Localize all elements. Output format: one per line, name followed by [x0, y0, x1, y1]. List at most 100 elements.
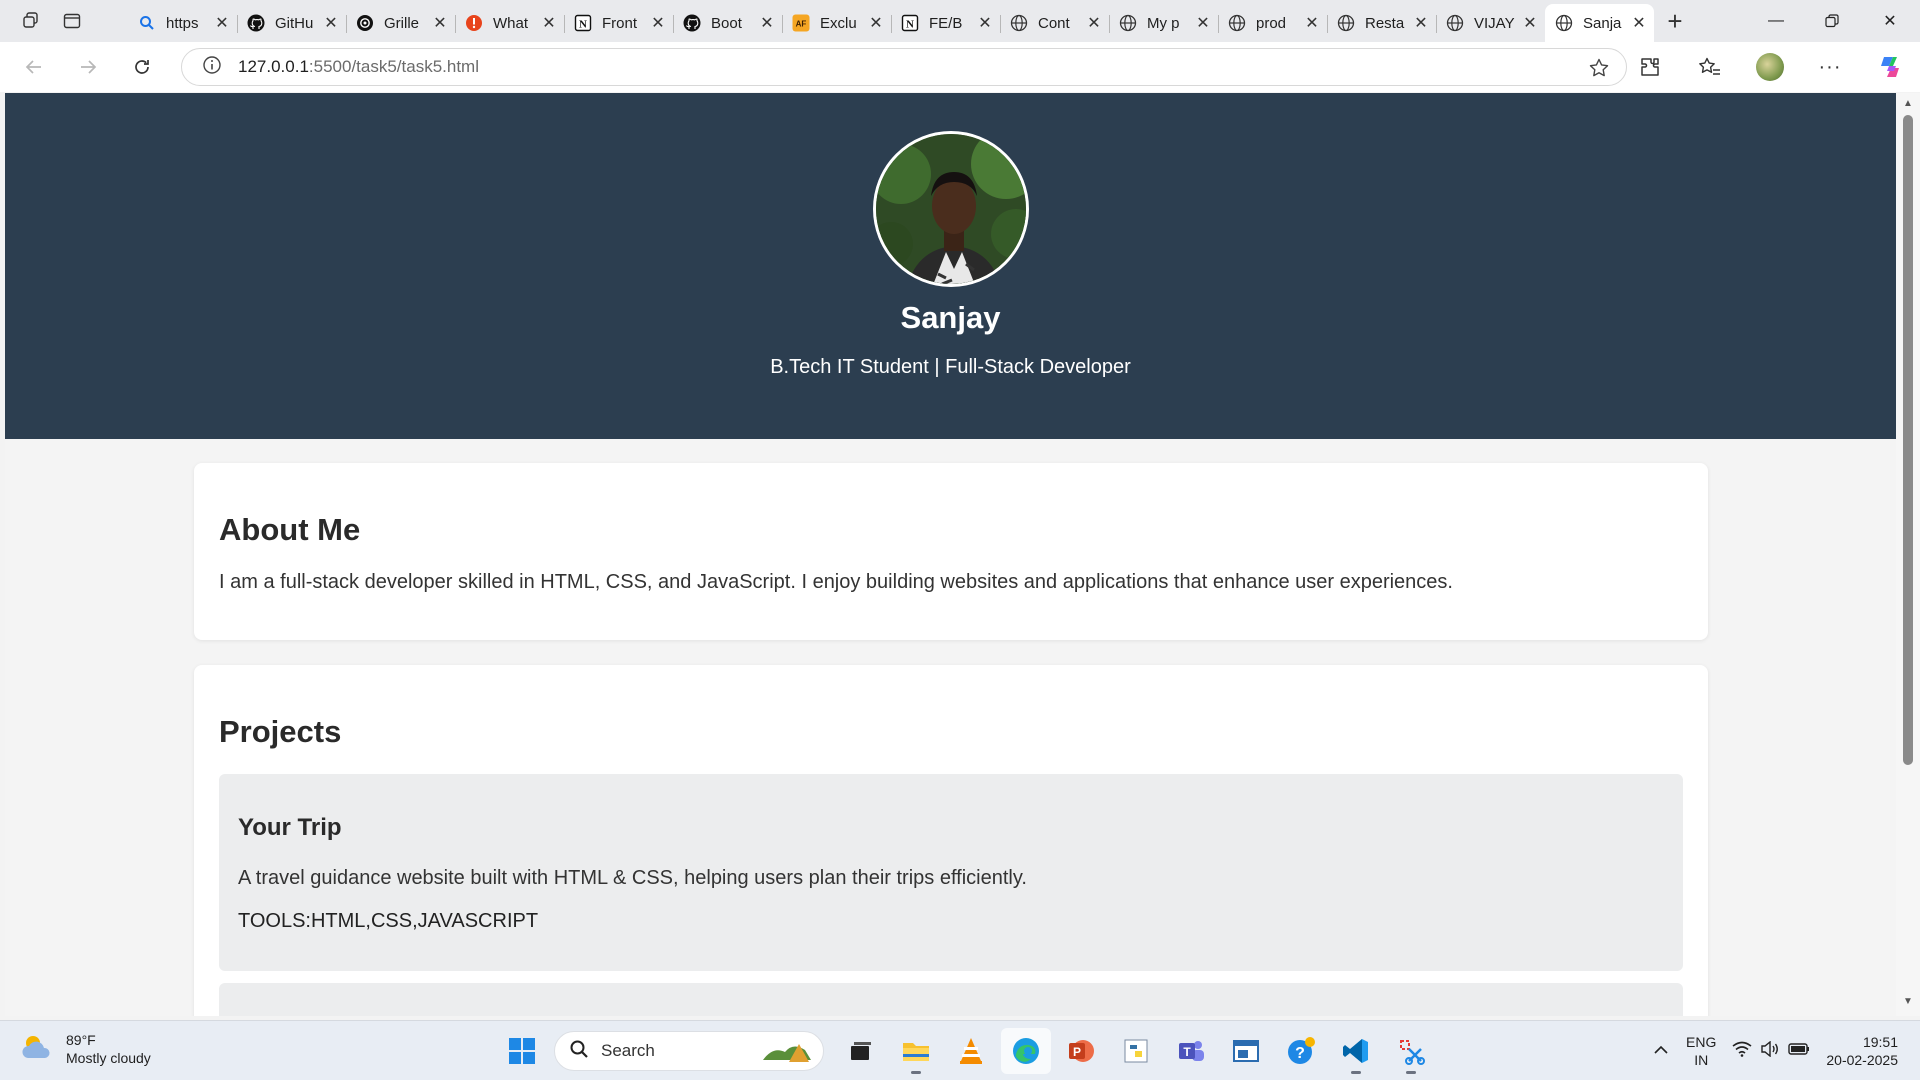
- taskbar-search[interactable]: Search: [554, 1031, 824, 1071]
- browser-tab[interactable]: https ✕: [128, 6, 237, 40]
- browser-tab[interactable]: prod ✕: [1218, 6, 1327, 40]
- close-tab-icon[interactable]: ✕: [867, 13, 885, 33]
- tab-label: Sanja: [1583, 14, 1622, 32]
- favorites-icon[interactable]: [1680, 42, 1740, 92]
- github-icon: [683, 14, 701, 32]
- snipping-tool-icon[interactable]: [1386, 1028, 1436, 1074]
- tab-label: What: [493, 14, 529, 32]
- browser-tab[interactable]: N FE/B ✕: [891, 6, 1000, 40]
- vscode-icon[interactable]: [1331, 1028, 1381, 1074]
- globe-icon: [1228, 14, 1246, 32]
- more-options-icon[interactable]: ···: [1800, 42, 1860, 92]
- af-icon: AF: [792, 14, 810, 32]
- url-text: 127.0.0.1:5500/task5/task5.html: [238, 57, 479, 77]
- tab-label: Cont: [1038, 14, 1070, 32]
- close-tab-icon[interactable]: ✕: [322, 13, 340, 33]
- address-bar[interactable]: 127.0.0.1:5500/task5/task5.html: [181, 48, 1627, 86]
- tab-label: VIJAY: [1474, 14, 1515, 32]
- project-card: Your Trip A travel guidance website buil…: [219, 774, 1683, 971]
- teams-icon[interactable]: T: [1166, 1028, 1216, 1074]
- window-app-icon[interactable]: [1221, 1028, 1271, 1074]
- browser-tab[interactable]: Resta ✕: [1327, 6, 1436, 40]
- browser-tab[interactable]: Boot ✕: [673, 6, 782, 40]
- close-tab-icon[interactable]: ✕: [1521, 13, 1539, 33]
- task-view-icon[interactable]: [836, 1028, 886, 1074]
- help-icon[interactable]: ?: [1276, 1028, 1326, 1074]
- refresh-button[interactable]: [120, 47, 164, 87]
- back-button[interactable]: [12, 47, 56, 87]
- vlc-icon[interactable]: [946, 1028, 996, 1074]
- extensions-icon[interactable]: [1620, 42, 1680, 92]
- close-tab-icon[interactable]: ✕: [1303, 13, 1321, 33]
- weather-widget[interactable]: 89°F Mostly cloudy: [20, 1031, 151, 1067]
- close-tab-icon[interactable]: ✕: [1085, 13, 1103, 33]
- browser-tab[interactable]: Grille ✕: [346, 6, 455, 40]
- start-button[interactable]: [497, 1028, 547, 1074]
- browser-tab[interactable]: Cont ✕: [1000, 6, 1109, 40]
- minimize-button[interactable]: —: [1748, 0, 1804, 42]
- copilot-icon[interactable]: [1860, 42, 1920, 92]
- tab-label: Grille: [384, 14, 420, 32]
- profile-header: Sanjay B.Tech IT Student | Full-Stack De…: [5, 93, 1896, 439]
- profile-avatar[interactable]: [1740, 42, 1800, 92]
- close-window-button[interactable]: ✕: [1860, 0, 1920, 42]
- browser-tab[interactable]: What ✕: [455, 6, 564, 40]
- project-tools: TOOLS:HTML,CSS,JAVASCRIPT: [238, 910, 539, 932]
- close-tab-icon[interactable]: ✕: [213, 13, 231, 33]
- workspaces-icon[interactable]: [12, 0, 52, 42]
- python-idle-icon[interactable]: [1111, 1028, 1161, 1074]
- scroll-up-icon[interactable]: ▲: [1902, 99, 1914, 109]
- browser-tab[interactable]: My p ✕: [1109, 6, 1218, 40]
- language-region: IN: [1694, 1052, 1709, 1068]
- close-tab-icon[interactable]: ✕: [976, 13, 994, 33]
- project-description: A travel guidance website built with HTM…: [238, 867, 1027, 889]
- globe-icon: [1446, 14, 1464, 32]
- restore-button[interactable]: [1804, 0, 1860, 42]
- show-hidden-icons-icon[interactable]: [1646, 1042, 1676, 1060]
- toolbar-right: ···: [1620, 42, 1920, 92]
- close-tab-icon[interactable]: ✕: [649, 13, 667, 33]
- scroll-down-icon[interactable]: ▼: [1902, 997, 1914, 1007]
- tab-label: prod: [1256, 14, 1287, 32]
- projects-section: Projects Your Trip A travel guidance web…: [194, 665, 1708, 1016]
- browser-tab[interactable]: AF Exclu ✕: [782, 6, 891, 40]
- browser-tab[interactable]: Sanja ✕: [1545, 4, 1654, 42]
- weather-condition: Mostly cloudy: [66, 1050, 151, 1066]
- site-info-icon[interactable]: [202, 55, 222, 80]
- profile-subtitle: B.Tech IT Student | Full-Stack Developer: [770, 356, 1131, 378]
- close-tab-icon[interactable]: ✕: [1412, 13, 1430, 33]
- search-icon: [138, 14, 156, 32]
- battery-icon[interactable]: [1788, 1042, 1810, 1061]
- language-indicator[interactable]: ENG IN: [1686, 1033, 1716, 1069]
- notion-icon: N: [901, 14, 919, 32]
- close-tab-icon[interactable]: ✕: [540, 13, 558, 33]
- new-tab-button[interactable]: +: [1654, 0, 1696, 42]
- tab-actions-icon[interactable]: [52, 0, 92, 42]
- favorite-star-icon[interactable]: [1588, 57, 1610, 84]
- search-highlight-icon: [759, 1038, 815, 1071]
- browser-tab[interactable]: N Front ✕: [564, 6, 673, 40]
- globe-icon: [1010, 14, 1028, 32]
- clock-time: 19:51: [1862, 1034, 1898, 1050]
- browser-tab[interactable]: GitHu ✕: [237, 6, 346, 40]
- wifi-icon[interactable]: [1732, 1041, 1752, 1062]
- projects-heading: Projects: [219, 714, 342, 749]
- browser-tab[interactable]: VIJAY ✕: [1436, 6, 1545, 40]
- edge-browser-icon[interactable]: [1001, 1028, 1051, 1074]
- scrollbar-thumb[interactable]: [1903, 115, 1913, 765]
- forward-button[interactable]: [66, 47, 110, 87]
- file-explorer-icon[interactable]: [891, 1028, 941, 1074]
- profile-name: Sanjay: [900, 300, 1001, 335]
- svg-text:P: P: [1073, 1045, 1081, 1059]
- system-clock[interactable]: 19:51 20-02-2025: [1826, 1033, 1898, 1069]
- close-tab-icon[interactable]: ✕: [1194, 13, 1212, 33]
- close-tab-icon[interactable]: ✕: [1630, 13, 1648, 33]
- close-tab-icon[interactable]: ✕: [431, 13, 449, 33]
- powerpoint-icon[interactable]: P: [1056, 1028, 1106, 1074]
- page-scrollbar[interactable]: ▲ ▼: [1896, 93, 1920, 1016]
- tab-label: Resta: [1365, 14, 1405, 32]
- notion-icon: N: [574, 14, 592, 32]
- svg-text:AF: AF: [796, 20, 807, 29]
- volume-icon[interactable]: [1760, 1040, 1780, 1062]
- close-tab-icon[interactable]: ✕: [758, 13, 776, 33]
